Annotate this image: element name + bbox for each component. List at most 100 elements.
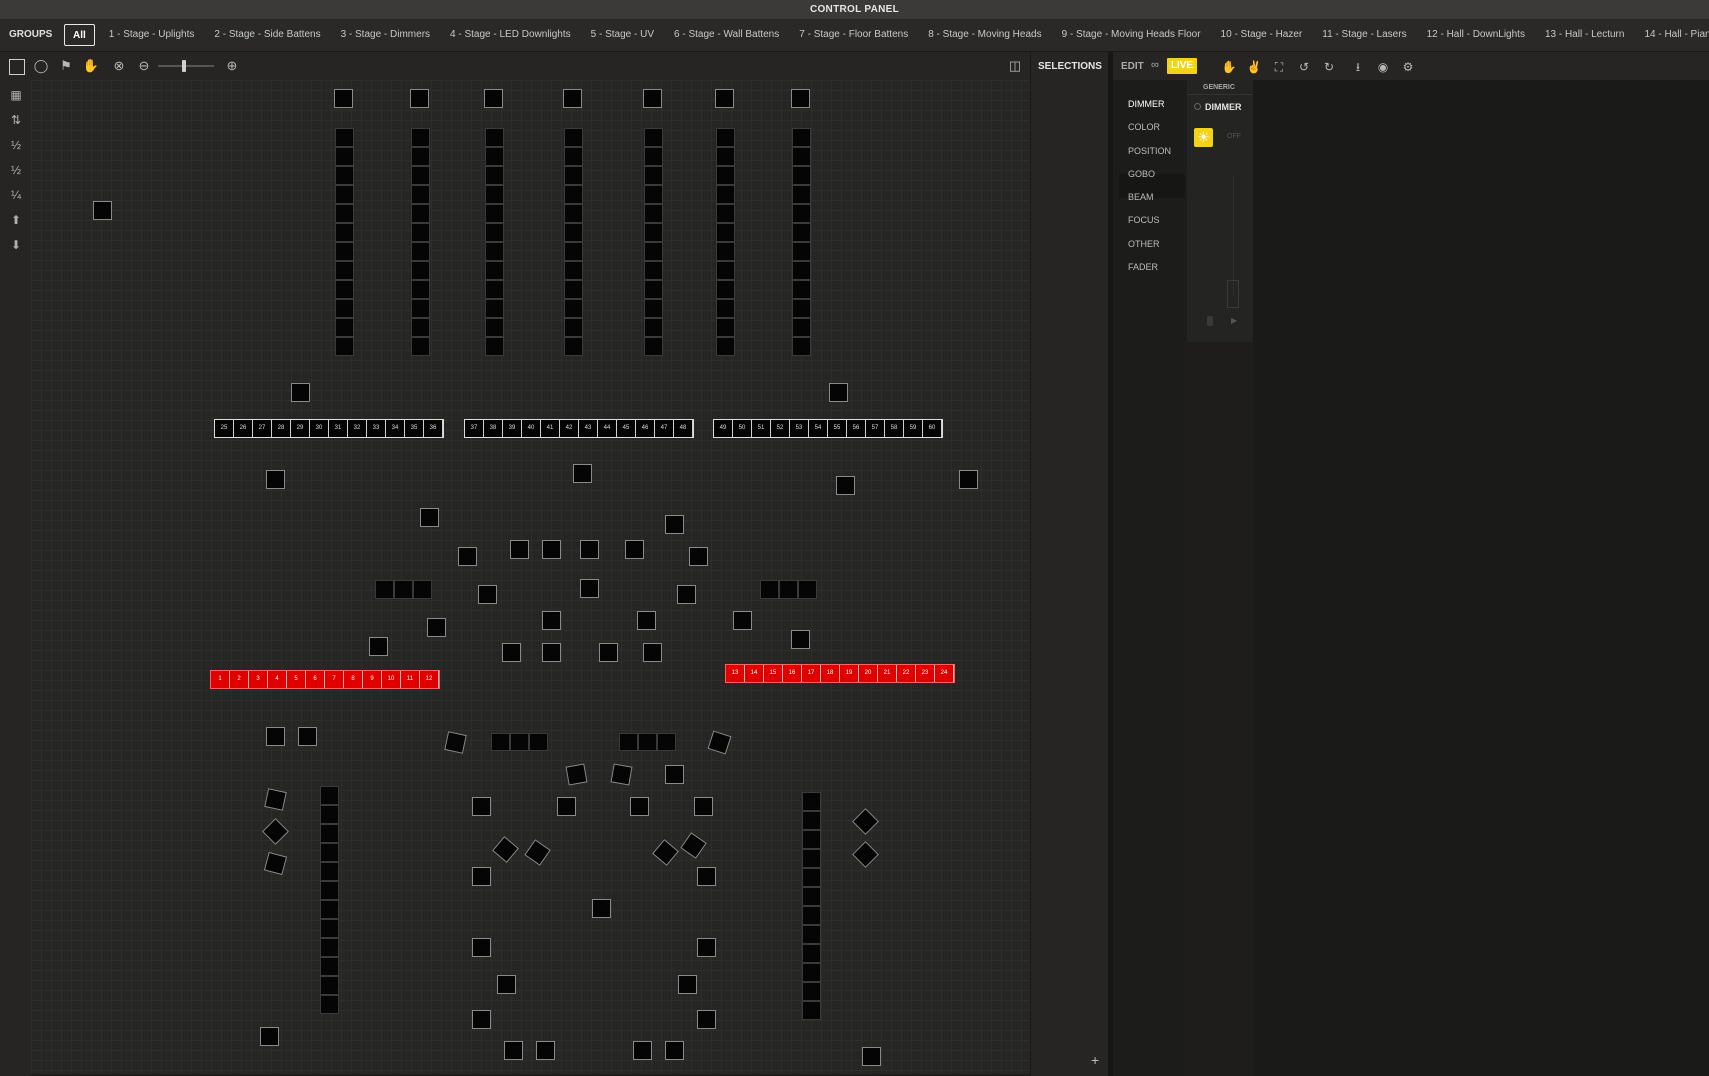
batten-cell[interactable]: [485, 318, 504, 337]
move-down-icon[interactable]: ⬇: [7, 236, 25, 254]
batten-cell[interactable]: [644, 204, 663, 223]
strip-cell[interactable]: 19: [840, 665, 859, 682]
batten-cell[interactable]: [485, 299, 504, 318]
rectangle-select-icon[interactable]: [9, 59, 25, 75]
fixture[interactable]: [862, 1047, 881, 1066]
fixture[interactable]: [260, 1027, 279, 1046]
batten-cell[interactable]: [564, 128, 583, 147]
batten-cell[interactable]: [644, 128, 663, 147]
fixture[interactable]: [697, 1010, 716, 1029]
batten-cell[interactable]: [335, 147, 354, 166]
group-tab[interactable]: All: [64, 24, 95, 46]
group-tab[interactable]: 8 - Stage - Moving Heads: [918, 24, 1051, 46]
fixture[interactable]: [524, 839, 551, 866]
strip-cell[interactable]: 20: [859, 665, 878, 682]
batten-cell[interactable]: [335, 242, 354, 261]
bar-cell[interactable]: [619, 733, 638, 751]
fixture[interactable]: [542, 611, 561, 630]
batten-cell[interactable]: [802, 906, 821, 925]
strip-cell[interactable]: 3: [249, 671, 268, 688]
group-tab[interactable]: 4 - Stage - LED Downlights: [440, 24, 581, 46]
fixture[interactable]: [573, 464, 592, 483]
bar-cell[interactable]: [510, 733, 529, 751]
half-even-icon[interactable]: ½: [7, 161, 25, 179]
batten-cell[interactable]: [792, 280, 811, 299]
fixture[interactable]: [542, 540, 561, 559]
fixture[interactable]: [680, 832, 707, 859]
strip-cell[interactable]: 54: [809, 420, 828, 437]
batten-cell[interactable]: [792, 242, 811, 261]
category-fader[interactable]: FADER: [1128, 262, 1158, 272]
fixture[interactable]: [630, 797, 649, 816]
strip-cell[interactable]: 60: [923, 420, 942, 437]
strip-cell[interactable]: 42: [560, 420, 579, 437]
move-up-icon[interactable]: ⬆: [7, 211, 25, 229]
flag-select-icon[interactable]: ⚑: [57, 57, 75, 75]
fixture[interactable]: [472, 867, 491, 886]
batten-cell[interactable]: [644, 223, 663, 242]
fixture[interactable]: [266, 727, 285, 746]
fixture[interactable]: [420, 508, 439, 527]
category-color[interactable]: COLOR: [1128, 122, 1160, 132]
batten-cell[interactable]: [335, 280, 354, 299]
fixture[interactable]: [652, 839, 679, 866]
strip-cell[interactable]: 34: [386, 420, 405, 437]
strip-cell[interactable]: 25: [215, 420, 234, 437]
batten-cell[interactable]: [716, 337, 735, 356]
zoom-slider[interactable]: [158, 65, 214, 67]
batten-cell[interactable]: [802, 963, 821, 982]
link-icon[interactable]: ∞: [1151, 59, 1159, 71]
strip-cell[interactable]: 49: [714, 420, 733, 437]
download-icon[interactable]: ⭳: [1349, 58, 1367, 76]
fixture[interactable]: [458, 547, 477, 566]
strip-cell[interactable]: 32: [348, 420, 367, 437]
strip-cell[interactable]: 13: [726, 665, 745, 682]
batten-cell[interactable]: [320, 881, 339, 900]
batten-cell[interactable]: [644, 261, 663, 280]
camera-settings-icon[interactable]: ⚙: [1399, 58, 1417, 76]
strip-cell[interactable]: 23: [916, 665, 935, 682]
zoom-slider-knob[interactable]: [182, 60, 186, 72]
category-gobo[interactable]: GOBO: [1128, 169, 1155, 179]
batten-cell[interactable]: [644, 280, 663, 299]
fixture[interactable]: [410, 89, 429, 108]
batten-cell[interactable]: [792, 223, 811, 242]
strip-cell[interactable]: 47: [655, 420, 674, 437]
batten-cell[interactable]: [485, 185, 504, 204]
fixture[interactable]: [497, 975, 516, 994]
batten-cell[interactable]: [335, 337, 354, 356]
batten-cell[interactable]: [802, 830, 821, 849]
strip-cell[interactable]: 30: [310, 420, 329, 437]
batten-cell[interactable]: [411, 337, 430, 356]
group-tab[interactable]: 9 - Stage - Moving Heads Floor: [1052, 24, 1211, 46]
batten-cell[interactable]: [644, 147, 663, 166]
batten-cell[interactable]: [644, 166, 663, 185]
batten-cell[interactable]: [485, 223, 504, 242]
batten-cell[interactable]: [335, 185, 354, 204]
fixture[interactable]: [557, 797, 576, 816]
bar-cell[interactable]: [779, 580, 798, 599]
camera-icon[interactable]: ◉: [1374, 58, 1392, 76]
batten-cell[interactable]: [802, 944, 821, 963]
batten-cell[interactable]: [320, 805, 339, 824]
bar-cell[interactable]: [760, 580, 779, 599]
fixture[interactable]: [665, 765, 684, 784]
batten-cell[interactable]: [335, 204, 354, 223]
hand-icon[interactable]: ✋: [1220, 58, 1238, 76]
category-other[interactable]: OTHER: [1128, 239, 1160, 249]
strip-cell[interactable]: 28: [272, 420, 291, 437]
batten-cell[interactable]: [716, 223, 735, 242]
strip-cell[interactable]: 18: [821, 665, 840, 682]
batten-cell[interactable]: [564, 318, 583, 337]
dimmer-fader-knob[interactable]: [1227, 280, 1239, 308]
batten-cell[interactable]: [411, 318, 430, 337]
category-dimmer[interactable]: DIMMER: [1128, 99, 1165, 109]
batten-cell[interactable]: [644, 337, 663, 356]
sun-icon[interactable]: ☀: [1194, 128, 1213, 147]
batten-cell[interactable]: [411, 280, 430, 299]
fixture[interactable]: [689, 547, 708, 566]
batten-cell[interactable]: [716, 185, 735, 204]
batten-cell[interactable]: [644, 318, 663, 337]
batten-cell[interactable]: [485, 147, 504, 166]
strip-cell[interactable]: 41: [541, 420, 560, 437]
